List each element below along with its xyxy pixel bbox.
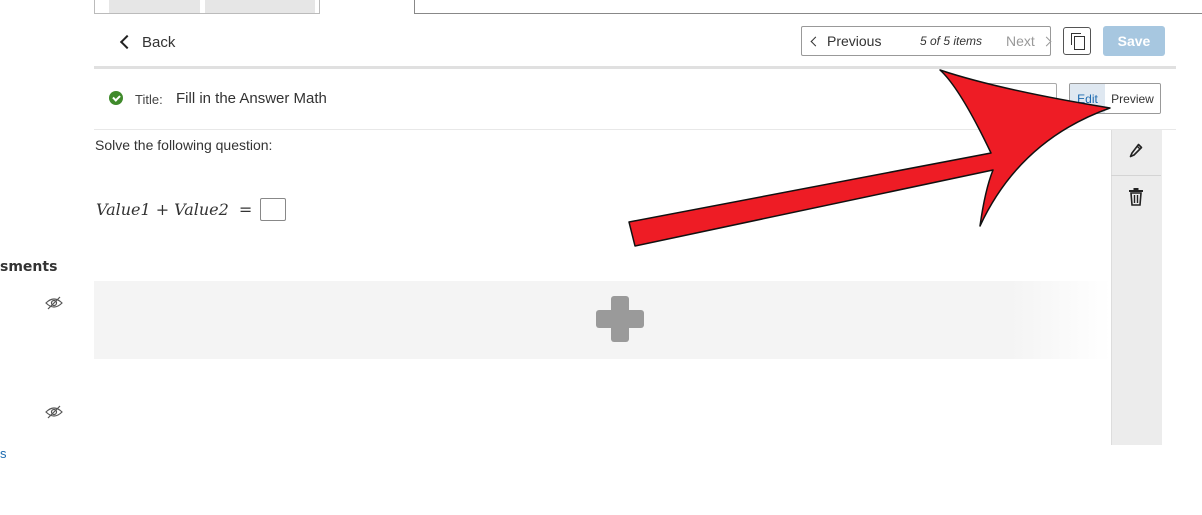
- chevron-left-icon: [810, 36, 821, 46]
- question-instructions: Solve the following question:: [95, 137, 273, 153]
- edit-preview-toggle: Edit Preview: [1069, 83, 1161, 114]
- next-button[interactable]: Next: [1000, 33, 1052, 49]
- previous-label: Previous: [827, 33, 882, 49]
- check-circle-icon: [109, 91, 123, 105]
- item-pager: Previous 5 of 5 items Next: [801, 26, 1052, 56]
- divider: [94, 66, 1176, 69]
- copy-icon-front: [1074, 36, 1085, 50]
- math-term-2: Value2: [174, 200, 229, 219]
- item-count: 5 of 5 items: [919, 34, 983, 48]
- previous-button[interactable]: Previous: [802, 33, 902, 49]
- settings-button[interactable]: Settings: [979, 83, 1057, 114]
- chevron-left-icon: [119, 34, 135, 50]
- eye-slash-icon[interactable]: [45, 295, 63, 311]
- math-equals: =: [238, 200, 253, 219]
- save-button[interactable]: Save: [1103, 26, 1165, 56]
- top-tab-1[interactable]: [109, 0, 200, 13]
- plus-icon-bar: [596, 310, 644, 328]
- math-expression: Value1 + Value2 =: [96, 198, 287, 221]
- math-operator: +: [155, 200, 170, 219]
- top-panel-edge: [414, 0, 1202, 14]
- preview-tab[interactable]: Preview: [1105, 84, 1160, 113]
- eye-slash-icon[interactable]: [45, 404, 63, 420]
- question-toolbar: [1111, 130, 1162, 445]
- sidebar-section-heading: sments: [0, 259, 58, 275]
- back-label: Back: [142, 33, 176, 51]
- math-term-1: Value1: [96, 200, 151, 219]
- next-label: Next: [1006, 33, 1035, 49]
- edit-tab[interactable]: Edit: [1070, 84, 1105, 113]
- annotation-arrow: [628, 69, 1111, 247]
- copy-button[interactable]: [1063, 27, 1091, 55]
- top-tab-2[interactable]: [205, 0, 315, 13]
- sidebar-link[interactable]: s: [0, 446, 7, 461]
- trash-icon[interactable]: [1127, 187, 1145, 207]
- title-label: Title:: [135, 92, 163, 107]
- divider: [94, 129, 1176, 130]
- toolbar-divider: [1111, 175, 1161, 176]
- question-title: Fill in the Answer Math: [176, 90, 327, 107]
- back-button[interactable]: Back: [118, 30, 175, 54]
- answer-input[interactable]: [260, 198, 287, 221]
- chevron-right-icon: [1041, 36, 1052, 46]
- pencil-icon[interactable]: [1127, 142, 1145, 160]
